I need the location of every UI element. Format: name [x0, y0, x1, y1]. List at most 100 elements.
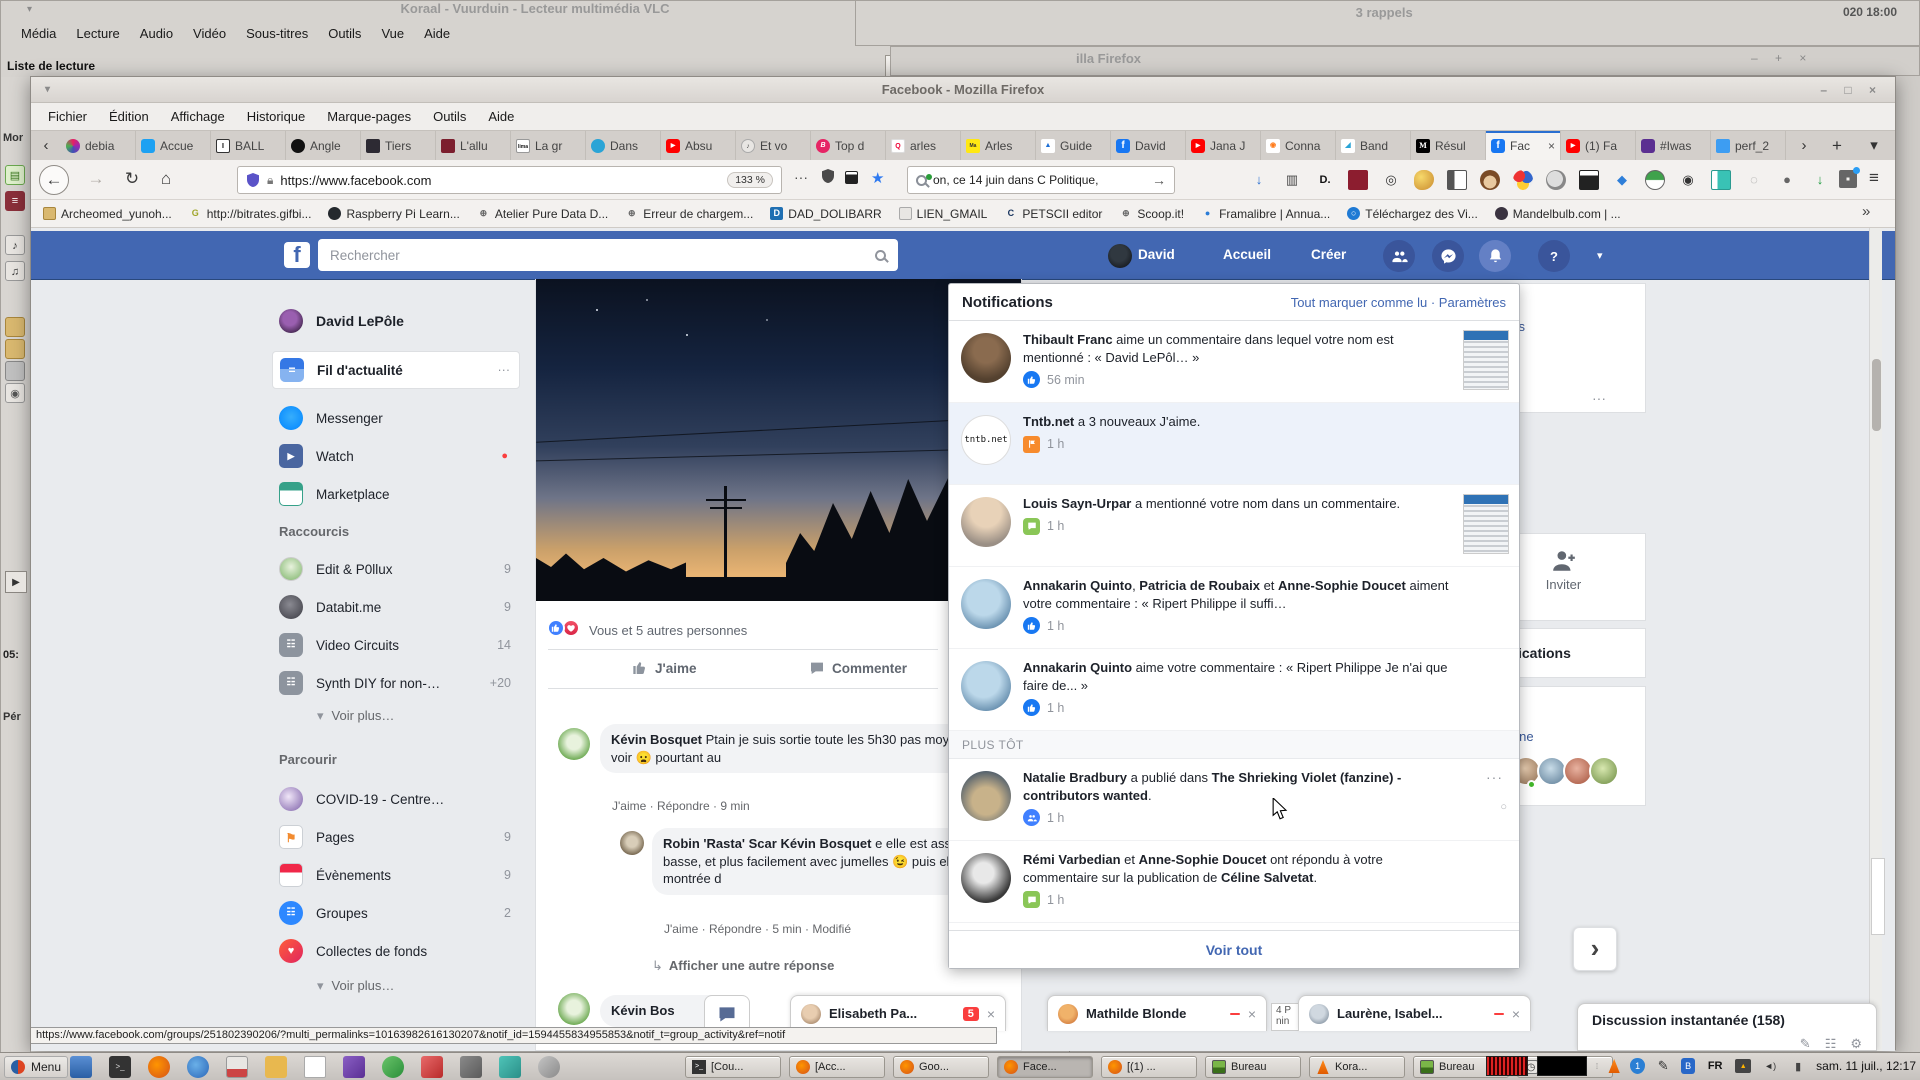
- volume-icon[interactable]: ◄): [1760, 1057, 1780, 1075]
- display-warning-icon[interactable]: ▲: [1735, 1059, 1751, 1073]
- launcher-icon[interactable]: [70, 1056, 92, 1078]
- firefox-menu-item[interactable]: Édition: [98, 103, 160, 130]
- disabled-extension-icon[interactable]: ◌: [1744, 170, 1764, 190]
- browser-tab[interactable]: Dans: [586, 131, 661, 161]
- launcher-icon[interactable]: [538, 1056, 560, 1078]
- browser-tab[interactable]: lima La gr: [511, 131, 586, 161]
- d-extension-icon[interactable]: D.: [1315, 170, 1335, 190]
- account-caret-icon[interactable]: ▾: [1597, 249, 1603, 262]
- notification-item[interactable]: Natalie Bradbury a publié dans The Shrie…: [949, 759, 1519, 841]
- browser-tab[interactable]: M Résul: [1411, 131, 1486, 161]
- new-message-icon[interactable]: ✎: [1800, 1036, 1811, 1051]
- browser-tab[interactable]: f David: [1111, 131, 1186, 161]
- browser-tab[interactable]: #Iwas: [1636, 131, 1711, 161]
- notifications-bell-icon[interactable]: [1479, 240, 1511, 272]
- show-more-replies-link[interactable]: ↳Afficher une autre réponse: [652, 958, 834, 974]
- bookmark-item[interactable]: C PETSCII editor: [1004, 207, 1102, 221]
- pokeball-icon[interactable]: [1645, 170, 1665, 190]
- browser-tab[interactable]: ▲ Guide: [1036, 131, 1111, 161]
- sidebar-item[interactable]: Marketplace: [272, 475, 520, 513]
- search-engine-icon[interactable]: [916, 175, 927, 186]
- launcher-icon[interactable]: [382, 1056, 404, 1078]
- colorzilla-icon[interactable]: [1513, 170, 1533, 190]
- bookmark-star-icon[interactable]: ★: [871, 169, 884, 187]
- vlc-strip-icon[interactable]: [5, 339, 25, 359]
- facebook-search-input[interactable]: Rechercher: [318, 239, 898, 271]
- chat-tab[interactable]: Elisabeth Pa... 5 ×: [790, 995, 1006, 1031]
- vlc-strip-icon[interactable]: ≡: [5, 191, 25, 211]
- taskbar-window-button[interactable]: [(1) ...: [1101, 1056, 1197, 1078]
- chat-close-icon[interactable]: ×: [1248, 1006, 1256, 1022]
- sidebar-shortcut-item[interactable]: ☷ Synth DIY for non-… +20: [272, 664, 520, 702]
- brush-icon[interactable]: ✎: [1654, 1057, 1672, 1075]
- browser-tab[interactable]: Tiers: [361, 131, 436, 161]
- chat-tab[interactable]: Mathilde Blonde ×: [1047, 995, 1267, 1031]
- vlc-play-button[interactable]: ▶: [5, 571, 27, 593]
- vlc-cone-icon[interactable]: [1607, 1059, 1621, 1073]
- bookmark-item[interactable]: ● Framalibre | Annua...: [1201, 207, 1330, 221]
- browser-tab[interactable]: Ma Arles: [961, 131, 1036, 161]
- browser-tab[interactable]: Q arles: [886, 131, 961, 161]
- vlc-menu-item[interactable]: Vidéo: [183, 21, 236, 47]
- taskbar-window-button[interactable]: Face...: [997, 1056, 1093, 1078]
- home-button[interactable]: ⌂: [151, 165, 181, 195]
- vlc-menu-item[interactable]: Sous-titres: [236, 21, 318, 47]
- firefox-menu-item[interactable]: Aide: [477, 103, 525, 130]
- browser-tab[interactable]: ◉ Conna: [1261, 131, 1336, 161]
- new-message-chat-tab[interactable]: [704, 995, 750, 1031]
- bookmark-item[interactable]: D DAD_DOLIBARR: [770, 207, 881, 221]
- notification-avatar[interactable]: [961, 853, 1011, 903]
- vlc-strip-icon[interactable]: ▤: [5, 165, 25, 185]
- bookmark-item[interactable]: ⊕ Erreur de chargem...: [625, 207, 753, 221]
- notebook-icon[interactable]: [1711, 170, 1731, 190]
- search-query-text[interactable]: on, ce 14 juin dans C Politique,: [933, 173, 1146, 187]
- see-more-link[interactable]: ▾Voir plus…: [317, 708, 394, 724]
- vlc-strip-icon[interactable]: ♫: [5, 261, 25, 281]
- sidebar-item[interactable]: Messenger: [272, 399, 520, 437]
- forward-button[interactable]: →: [81, 165, 111, 195]
- search-go-icon[interactable]: →: [1152, 172, 1166, 188]
- browser-tab[interactable]: ◢ Band: [1336, 131, 1411, 161]
- nav-home-link[interactable]: Accueil: [1223, 247, 1271, 262]
- launcher-icon[interactable]: [265, 1056, 287, 1078]
- account-icon[interactable]: ●: [1777, 170, 1797, 190]
- notification-gear-icon[interactable]: ○: [1500, 801, 1507, 813]
- webcam-icon[interactable]: ◉: [1678, 170, 1698, 190]
- bluetooth-icon[interactable]: B: [1681, 1058, 1695, 1074]
- carousel-next-button[interactable]: ›: [1573, 927, 1617, 971]
- notification-item[interactable]: Thibault Franc aime un commentaire dans …: [949, 321, 1519, 403]
- vlc-menu-item[interactable]: Vue: [371, 21, 414, 47]
- launcher-icon[interactable]: >_: [109, 1056, 131, 1078]
- sidebar-shortcut-item[interactable]: ☷ Video Circuits 14: [272, 626, 520, 664]
- tab-close-icon[interactable]: ×: [1548, 139, 1555, 153]
- comment-avatar[interactable]: [558, 728, 590, 760]
- chat-close-icon[interactable]: ×: [1512, 1006, 1520, 1022]
- chat-sidebar-panel[interactable]: Discussion instantanée (158) ✎ ☷ ⚙: [1577, 1003, 1877, 1051]
- bookmark-item[interactable]: Mandelbulb.com | ...: [1495, 207, 1621, 221]
- window-caret-icon[interactable]: ▾: [45, 77, 50, 103]
- sidebar-explore-item[interactable]: ☷ Groupes 2: [272, 894, 520, 932]
- save-icon[interactable]: [1579, 170, 1599, 190]
- bookmark-item[interactable]: ⊕ Scoop.it!: [1119, 207, 1184, 221]
- firefox-window-controls[interactable]: – □ ×: [1820, 77, 1883, 103]
- nav-profile-link[interactable]: David: [1138, 247, 1175, 262]
- reply-meta[interactable]: J'aime · Répondre · 5 min · Modifié: [664, 922, 851, 936]
- back-button[interactable]: ←: [39, 165, 69, 195]
- vlc-menu-item[interactable]: Outils: [318, 21, 371, 47]
- firefox-menu-item[interactable]: Fichier: [37, 103, 98, 130]
- vlc-menu-item[interactable]: Audio: [130, 21, 183, 47]
- monkey-icon[interactable]: [1480, 170, 1500, 190]
- like-button[interactable]: J'aime: [632, 660, 697, 676]
- notification-item[interactable]: Louis Sayn-Urpar a mentionné votre nom d…: [949, 485, 1519, 567]
- app-menu-icon[interactable]: ≡: [1869, 168, 1879, 188]
- save-page-icon[interactable]: [845, 171, 858, 184]
- power-icon[interactable]: ▮: [1789, 1057, 1807, 1075]
- sidebar-explore-item[interactable]: Évènements 9: [272, 856, 520, 894]
- vlc-menu-item[interactable]: Aide: [414, 21, 460, 47]
- help-icon[interactable]: ?: [1538, 240, 1570, 272]
- notifications-actions[interactable]: Tout marquer comme lu · Paramètres: [1291, 295, 1506, 310]
- diamond-icon[interactable]: ◆: [1612, 170, 1632, 190]
- browser-tab[interactable]: f Fac ×: [1486, 131, 1561, 161]
- notification-avatar[interactable]: [961, 497, 1011, 547]
- tray-display-widget[interactable]: [1537, 1056, 1587, 1076]
